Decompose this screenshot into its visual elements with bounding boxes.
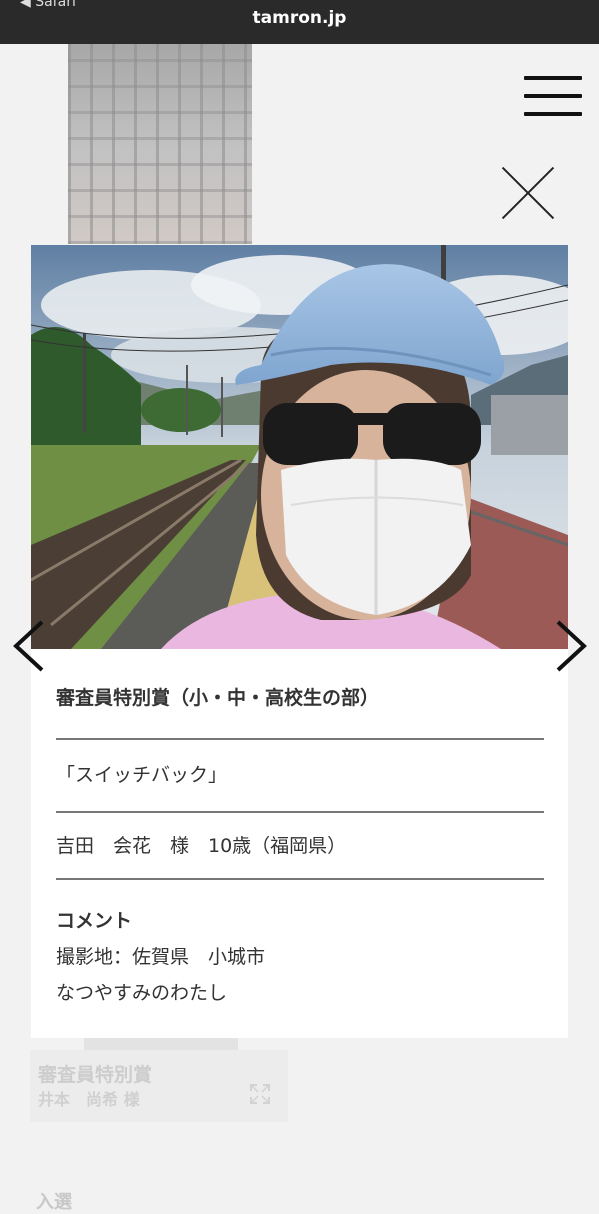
author-info: 吉田 会花 様 10歳（福岡県） bbox=[56, 813, 544, 880]
award-title: 審査員特別賞（小・中・高校生の部） bbox=[56, 649, 544, 740]
background-thumbnail bbox=[68, 44, 252, 244]
award-photo bbox=[31, 245, 568, 649]
browser-bar: ◀ Safari tamron.jp bbox=[0, 0, 599, 44]
close-icon[interactable] bbox=[500, 165, 556, 221]
background-award-label: 審査員特別賞 bbox=[38, 1064, 153, 1086]
background-section-title: 入選 bbox=[36, 1192, 72, 1213]
background-name-label: 井本 尚希 様 bbox=[38, 1090, 140, 1109]
comment-line: 撮影地：佐賀県 小城市 bbox=[56, 946, 266, 968]
next-arrow-icon[interactable] bbox=[548, 618, 592, 674]
award-info: 審査員特別賞（小・中・高校生の部） 「スイッチバック」 吉田 会花 様 10歳（… bbox=[56, 649, 544, 1005]
background-thumbnail-edge bbox=[84, 1038, 238, 1050]
previous-arrow-icon[interactable] bbox=[8, 618, 52, 674]
comment-heading: コメント bbox=[56, 910, 133, 932]
comment-line: なつやすみのわたし bbox=[56, 982, 228, 1004]
url-display[interactable]: tamron.jp bbox=[0, 8, 599, 28]
work-title: 「スイッチバック」 bbox=[56, 740, 544, 813]
hamburger-menu-button[interactable] bbox=[524, 74, 582, 118]
expand-icon[interactable] bbox=[250, 1084, 270, 1104]
background-list-item[interactable]: 審査員特別賞 井本 尚希 様 bbox=[30, 1050, 288, 1122]
photo-detail-modal: 審査員特別賞（小・中・高校生の部） 「スイッチバック」 吉田 会花 様 10歳（… bbox=[31, 245, 568, 1038]
